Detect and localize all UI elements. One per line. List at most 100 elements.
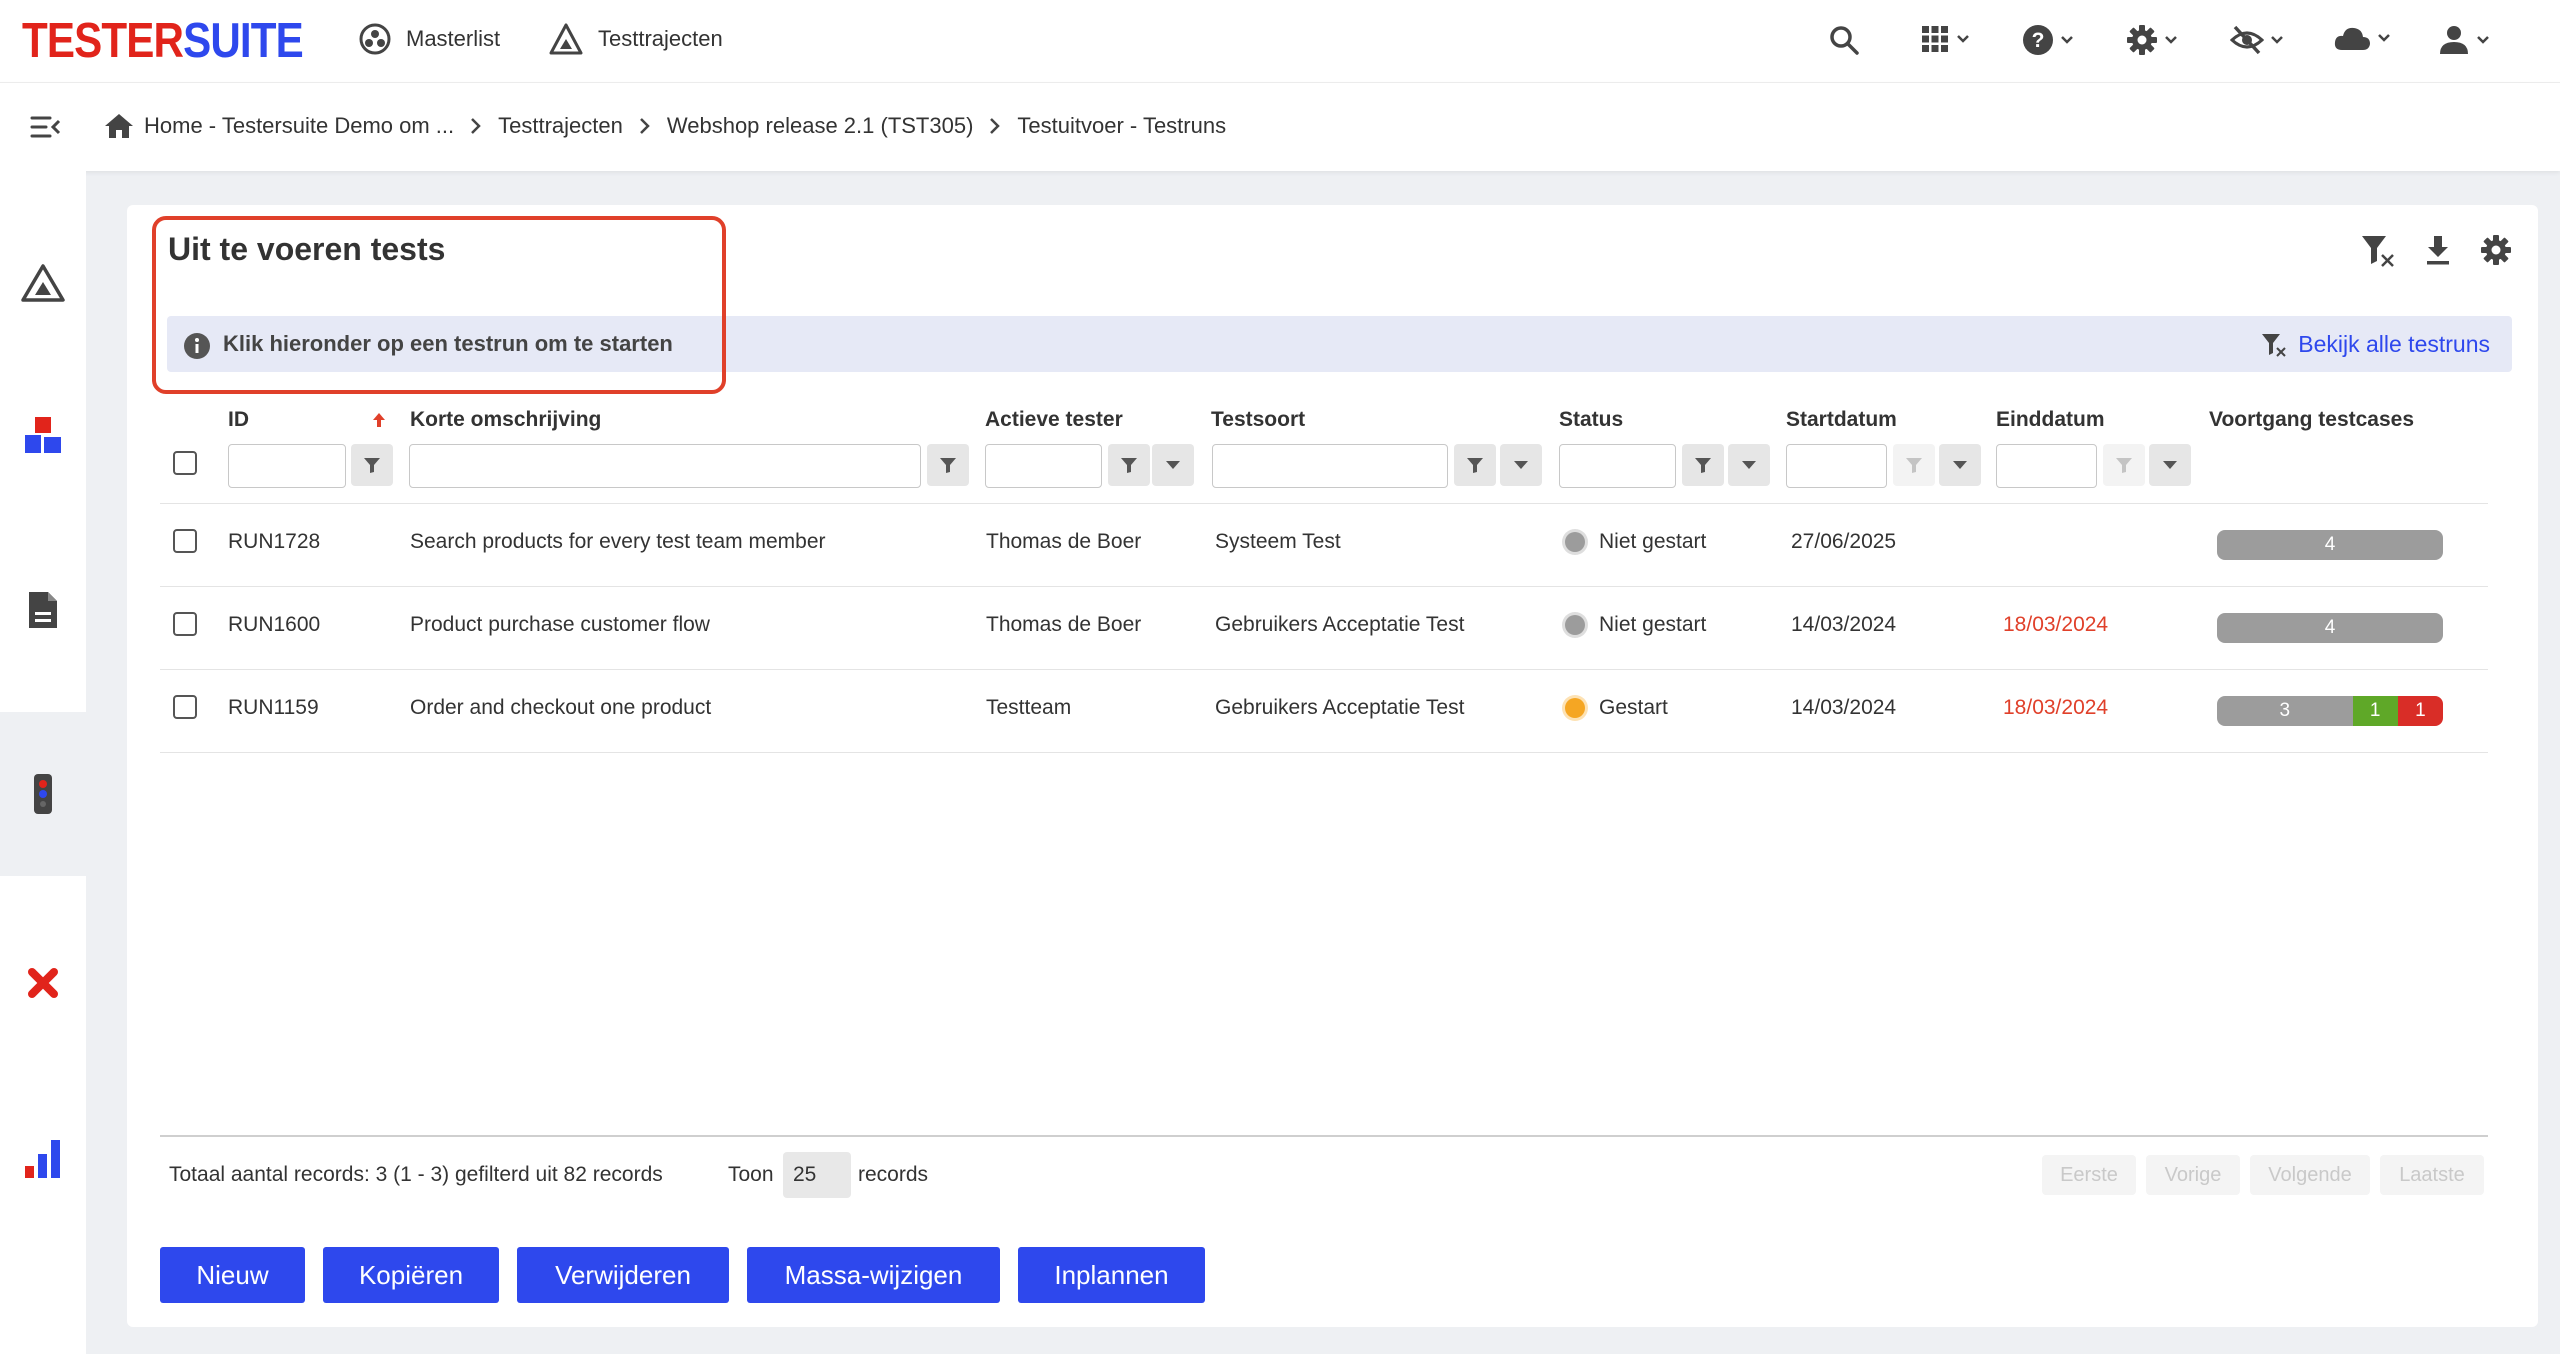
menu-collapse-icon[interactable] <box>30 115 62 139</box>
breadcrumb-bar: Home - Testersuite Demo om ... Testtraje… <box>0 82 2560 171</box>
header-status[interactable]: Status <box>1559 408 1623 432</box>
mass-edit-button[interactable]: Massa-wijzigen <box>747 1247 1000 1303</box>
cell-enddate: 18/03/2024 <box>2003 696 2109 719</box>
nav-testtrajecten[interactable]: Testtrajecten <box>548 22 723 56</box>
sidebar-item-testtrajecten[interactable] <box>0 201 86 365</box>
cell-testtype: Gebruikers Acceptatie Test <box>1215 613 1465 636</box>
caret-down-icon <box>2163 461 2177 469</box>
filter-status-input[interactable] <box>1559 444 1676 488</box>
breadcrumb-home[interactable]: Home - Testersuite Demo om ... <box>104 113 454 139</box>
visibility-off-icon[interactable] <box>2230 24 2284 56</box>
logo[interactable]: TESTERSUITE <box>22 12 304 70</box>
filter-description-button[interactable] <box>927 444 969 486</box>
blocks-icon <box>23 415 63 455</box>
header-enddate[interactable]: Einddatum <box>1996 408 2105 432</box>
select-all-checkbox[interactable] <box>173 451 197 475</box>
filter-status-dropdown[interactable] <box>1728 444 1770 486</box>
filter-status-button[interactable] <box>1682 444 1724 486</box>
pager-last-button[interactable]: Laatste <box>2380 1155 2484 1195</box>
show-all-testruns-link[interactable]: Bekijk alle testruns <box>2260 331 2490 358</box>
sort-ascending-icon[interactable] <box>372 412 386 428</box>
cell-id: RUN1728 <box>228 530 321 553</box>
filter-id-button[interactable] <box>351 444 393 486</box>
sidebar-item-reports[interactable] <box>0 1077 86 1241</box>
filter-startdate-button[interactable] <box>1893 444 1935 486</box>
status-dot <box>1565 698 1585 718</box>
header-startdate[interactable]: Startdatum <box>1786 408 1897 432</box>
chevron-down-icon <box>2477 36 2489 44</box>
schedule-button[interactable]: Inplannen <box>1018 1247 1205 1303</box>
caret-down-icon <box>1166 461 1180 469</box>
info-banner: Klik hieronder op een testrun om te star… <box>167 316 2512 372</box>
sidebar-item-testruns[interactable] <box>0 712 86 876</box>
cell-tester: Thomas de Boer <box>986 530 1142 553</box>
chevron-down-icon <box>2061 36 2073 44</box>
filter-tester-dropdown[interactable] <box>1152 444 1194 486</box>
progress-not-run: 4 <box>2217 613 2443 643</box>
info-message: Klik hieronder op een testrun om te star… <box>223 331 673 356</box>
settings-gear-icon[interactable] <box>2480 234 2512 266</box>
filter-tester-input[interactable] <box>985 444 1102 488</box>
sidebar <box>0 171 86 1354</box>
pager-prev-button[interactable]: Vorige <box>2146 1155 2240 1195</box>
footer-divider <box>160 1135 2488 1137</box>
filter-icon <box>2116 458 2132 473</box>
clear-filter-icon[interactable] <box>2360 233 2396 267</box>
testtrajecten-icon <box>20 263 66 303</box>
nav-masterlist[interactable]: Masterlist <box>358 22 500 56</box>
chevron-down-icon <box>2378 34 2390 42</box>
sidebar-item-documents[interactable] <box>0 528 86 692</box>
cell-status: Gestart <box>1599 696 1668 719</box>
filter-enddate-input[interactable] <box>1996 444 2097 488</box>
filter-testtype-input[interactable] <box>1212 444 1448 488</box>
filter-icon <box>1906 458 1922 473</box>
filter-testtype-dropdown[interactable] <box>1500 444 1542 486</box>
sidebar-item-defects[interactable] <box>0 901 86 1065</box>
filter-enddate-dropdown[interactable] <box>2149 444 2191 486</box>
masterlist-icon <box>358 22 392 56</box>
filter-startdate-input[interactable] <box>1786 444 1887 488</box>
progress-bar: 4 <box>2217 613 2443 643</box>
page-size-select[interactable]: 25 <box>783 1152 851 1198</box>
pager-first-button[interactable]: Eerste <box>2042 1155 2136 1195</box>
row-divider <box>160 586 2488 587</box>
filter-testtype-button[interactable] <box>1454 444 1496 486</box>
copy-button[interactable]: Kopiëren <box>323 1247 499 1303</box>
user-icon[interactable] <box>2438 24 2490 56</box>
cell-id: RUN1600 <box>228 613 321 636</box>
filter-description-input[interactable] <box>409 444 921 488</box>
header-id[interactable]: ID <box>228 408 249 432</box>
download-icon[interactable] <box>2424 234 2452 266</box>
top-bar: TESTERSUITE Masterlist Testtrajecten ? <box>0 0 2560 82</box>
breadcrumb-webshop-release[interactable]: Webshop release 2.1 (TST305) <box>667 113 974 139</box>
cloud-icon[interactable] <box>2333 24 2391 52</box>
breadcrumb-testtrajecten[interactable]: Testtrajecten <box>498 113 623 139</box>
row-checkbox[interactable] <box>173 529 197 553</box>
header-testtype[interactable]: Testsoort <box>1211 408 1305 432</box>
pager-next-button[interactable]: Volgende <box>2250 1155 2370 1195</box>
header-tester[interactable]: Actieve tester <box>985 408 1123 432</box>
breadcrumb: Home - Testersuite Demo om ... Testtraje… <box>104 113 1226 139</box>
help-icon[interactable]: ? <box>2022 24 2074 56</box>
card-toolbar <box>2360 233 2512 267</box>
delete-button[interactable]: Verwijderen <box>517 1247 729 1303</box>
sidebar-item-blocks[interactable] <box>0 353 86 517</box>
row-checkbox[interactable] <box>173 612 197 636</box>
row-divider <box>160 669 2488 670</box>
apps-grid-icon[interactable] <box>1920 24 1970 54</box>
header-divider <box>160 503 2488 504</box>
chevron-down-icon <box>2271 36 2283 44</box>
records-summary: Totaal aantal records: 3 (1 - 3) gefilte… <box>169 1163 663 1186</box>
filter-icon <box>940 458 956 473</box>
search-icon[interactable] <box>1828 24 1860 56</box>
filter-id-input[interactable] <box>228 444 346 488</box>
settings-gear-icon[interactable] <box>2126 24 2178 56</box>
new-button[interactable]: Nieuw <box>160 1247 305 1303</box>
filter-enddate-button[interactable] <box>2103 444 2145 486</box>
header-progress[interactable]: Voortgang testcases <box>2209 408 2414 432</box>
filter-tester-button[interactable] <box>1108 444 1150 486</box>
row-checkbox[interactable] <box>173 695 197 719</box>
header-description[interactable]: Korte omschrijving <box>410 408 601 432</box>
cell-testtype: Gebruikers Acceptatie Test <box>1215 696 1465 719</box>
filter-startdate-dropdown[interactable] <box>1939 444 1981 486</box>
